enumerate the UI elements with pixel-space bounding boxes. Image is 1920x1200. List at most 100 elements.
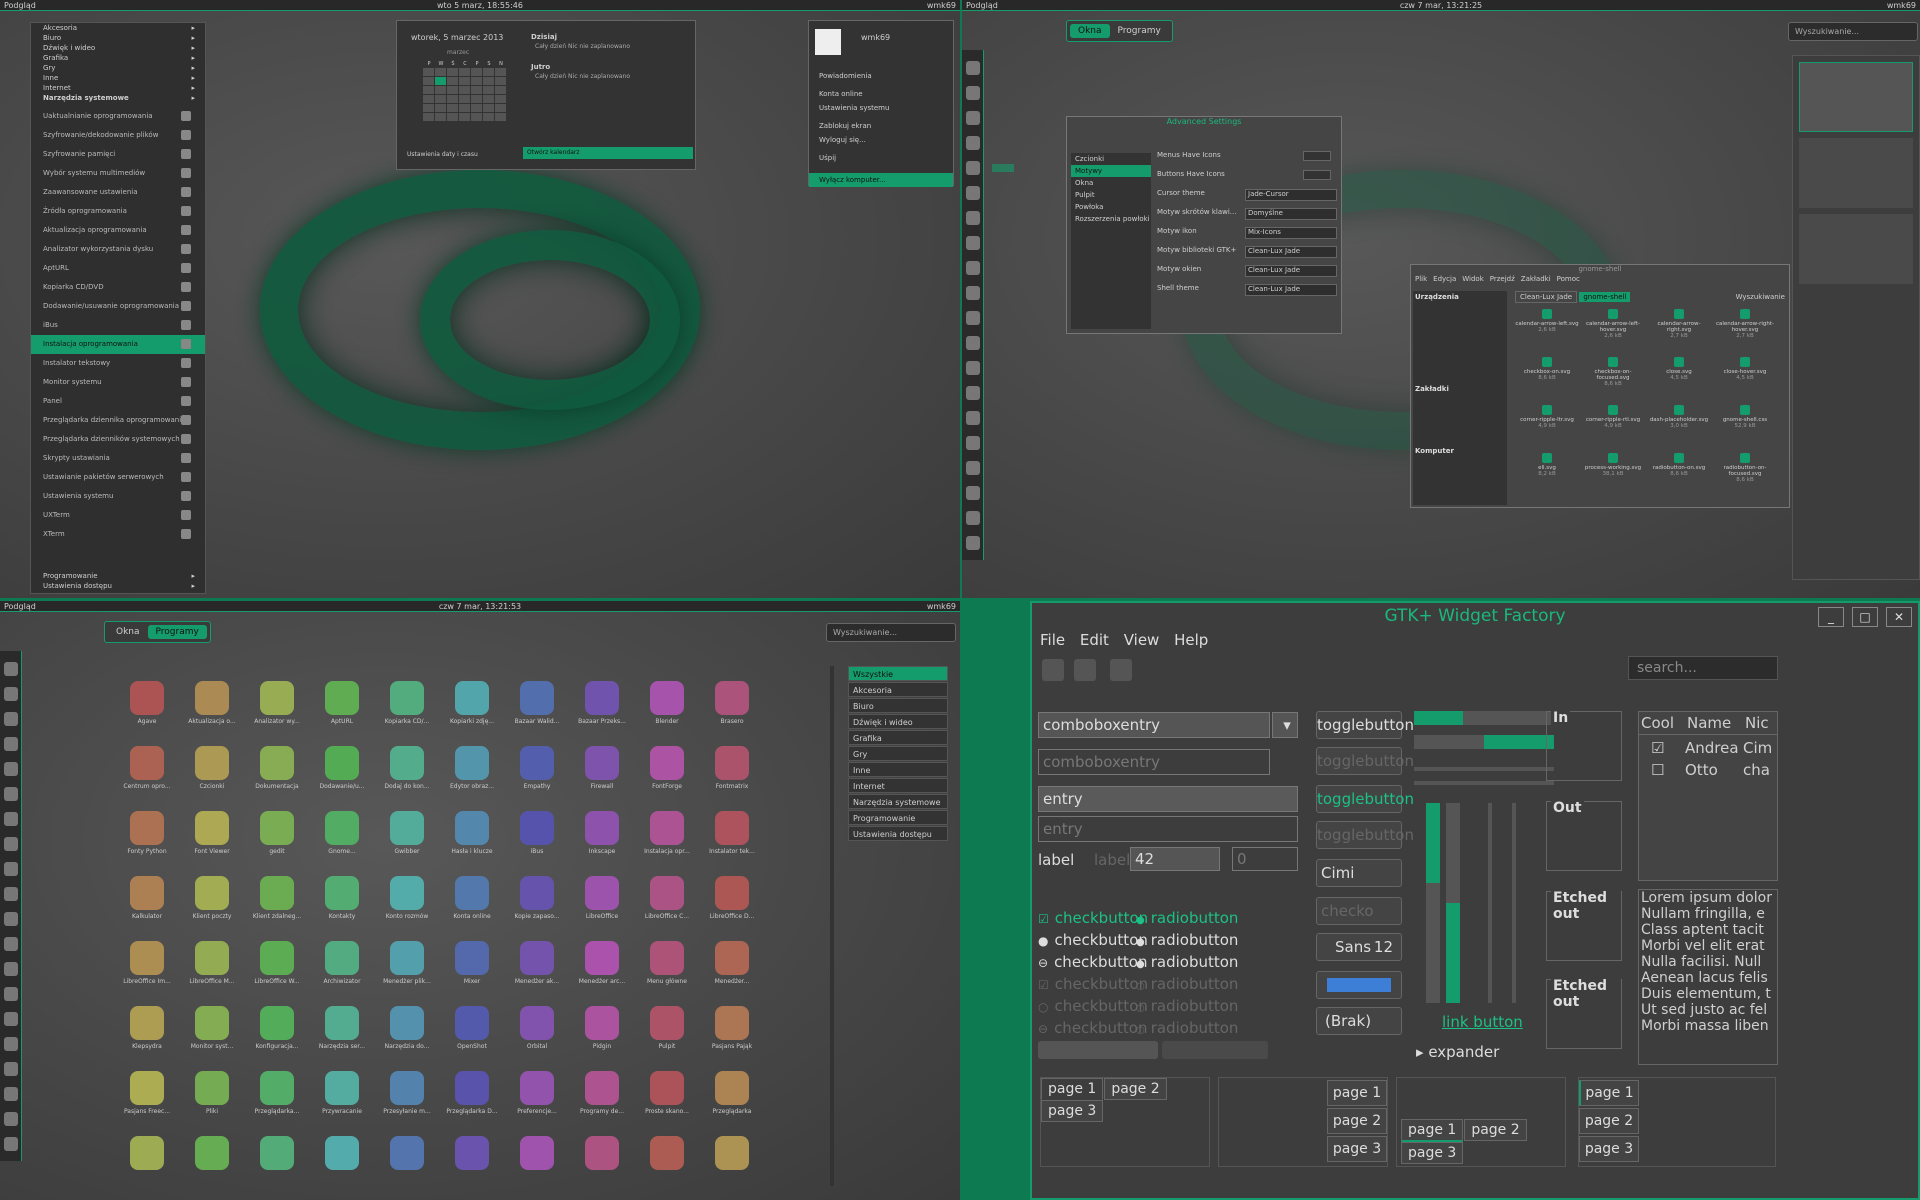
menu-item[interactable]: Przejdź	[1490, 275, 1515, 283]
user-menu-item[interactable]: Powiadomienia	[809, 69, 953, 83]
tab[interactable]: page 3	[1401, 1142, 1464, 1164]
maximize-button[interactable]: □	[1852, 607, 1878, 627]
file-item[interactable]: calendar-arrow-right.svg 2,7 kB	[1647, 307, 1711, 339]
app-launcher[interactable]: Dodaj do kon...	[380, 746, 434, 790]
file-item[interactable]: close-hover.svg 4,5 kB	[1713, 355, 1777, 381]
user-menu-item[interactable]: Wyłącz komputer...	[809, 173, 953, 187]
tab[interactable]: page 3	[1041, 1100, 1104, 1122]
tree-row[interactable]: ☑ Andrea Cim	[1639, 735, 1777, 757]
setting-dropdown[interactable]: Domyślne	[1245, 208, 1337, 220]
calendar-day[interactable]	[483, 77, 494, 85]
calendar-day[interactable]	[459, 95, 470, 103]
app-launcher[interactable]: Brasero	[705, 681, 759, 725]
search-button[interactable]: Wyszukiwanie	[1736, 293, 1785, 301]
app-launcher[interactable]	[705, 1136, 759, 1173]
category-item[interactable]: Programowanie	[848, 810, 948, 825]
file-item[interactable]: dash-placeholder.svg 3,0 kB	[1647, 403, 1711, 429]
app-launcher[interactable]: Menedżer plik...	[380, 941, 434, 985]
file-item[interactable]: ell.svg 8,2 kB	[1515, 451, 1579, 477]
settings-category[interactable]: Rozszerzenia powłoki	[1071, 213, 1151, 225]
calendar-day[interactable]	[423, 77, 434, 85]
file-item[interactable]: corner-ripple-rtl.svg 4,9 kB	[1581, 403, 1645, 429]
app-launcher[interactable]: Instalacja opr...	[640, 811, 694, 855]
checkbox[interactable]: ☐	[1639, 761, 1685, 779]
app-launcher[interactable]: Gnome...	[315, 811, 369, 855]
column-header[interactable]: Name	[1685, 712, 1743, 734]
search-input[interactable]: Wyszukiwanie...	[826, 623, 956, 642]
menu-category[interactable]: Internet	[31, 83, 205, 93]
menu-item[interactable]: Dodawanie/usuwanie oprogramowania	[31, 297, 205, 316]
setting-dropdown[interactable]: Clean-Lux Jade	[1245, 265, 1337, 277]
tab[interactable]: page 2	[1327, 1108, 1387, 1134]
app-launcher[interactable]: LibreOffice Im...	[120, 941, 174, 985]
comboboxentry[interactable]: comboboxentry	[1038, 712, 1270, 738]
menu-item[interactable]: Aktualizacja oprogramowania	[31, 221, 205, 240]
path-button[interactable]: Clean-Lux Jade	[1515, 291, 1578, 303]
app-launcher[interactable]: Bazaar Przeks...	[575, 681, 629, 725]
app-launcher[interactable]: Kopie zapaso...	[510, 876, 564, 920]
save-icon[interactable]	[1042, 659, 1064, 681]
app-launcher[interactable]	[380, 1136, 434, 1173]
tab[interactable]: page 1	[1579, 1080, 1639, 1106]
menu-item[interactable]: Kopiarka CD/DVD	[31, 278, 205, 297]
app-launcher[interactable]: Przeglądarka...	[250, 1071, 304, 1115]
app-launcher[interactable]: Pliki	[185, 1071, 239, 1115]
app-launcher[interactable]: Pasjans Freec...	[120, 1071, 174, 1115]
app-launcher[interactable]: Przeglądarka	[705, 1071, 759, 1115]
user-menu-item[interactable]: Konta online	[809, 87, 953, 101]
app-launcher[interactable]: Pasjans Pająk	[705, 1006, 759, 1050]
app-launcher[interactable]	[120, 1136, 174, 1173]
app-launcher[interactable]: LibreOffice D...	[705, 876, 759, 920]
file-item[interactable]: checkbox-on-focused.svg 8,6 kB	[1581, 355, 1645, 387]
settings-category[interactable]: Pulpit	[1071, 189, 1151, 201]
user-menu-item[interactable]: Ustawienia systemu	[809, 101, 953, 115]
user-menu-item[interactable]: Wyloguj się...	[809, 133, 953, 147]
spinbutton[interactable]: 42	[1130, 847, 1220, 871]
app-launcher[interactable]: Kalkulator	[120, 876, 174, 920]
menu-item[interactable]: Ustawienia systemu	[31, 487, 205, 506]
calendar-day[interactable]	[435, 68, 446, 76]
app-launcher[interactable]: Font Viewer	[185, 811, 239, 855]
combo-arrow[interactable]: ▾	[1272, 712, 1298, 738]
calendar-day[interactable]	[471, 86, 482, 94]
column-header[interactable]: Cool	[1639, 712, 1685, 734]
document-icon[interactable]	[1074, 659, 1096, 681]
menu-item[interactable]: Uaktualnianie oprogramowania	[31, 107, 205, 126]
tab[interactable]: page 1	[1401, 1119, 1464, 1142]
file-chooser-button[interactable]: (Brak)	[1316, 1007, 1402, 1035]
menu-item[interactable]: Plik	[1415, 275, 1427, 283]
menu-view[interactable]: View	[1124, 631, 1160, 649]
calendar-day[interactable]	[483, 95, 494, 103]
combobox[interactable]: Cimi	[1316, 859, 1402, 887]
app-launcher[interactable]: Fontmatrix	[705, 746, 759, 790]
menu-category[interactable]: Akcesoria	[31, 23, 205, 33]
menu-item[interactable]: Przeglądarka dzienników systemowych	[31, 430, 205, 449]
category-item[interactable]: Ustawienia dostępu	[848, 826, 948, 841]
vscale-2[interactable]	[1512, 803, 1516, 1003]
category-item[interactable]: Narzędzia systemowe	[848, 794, 948, 809]
app-launcher[interactable]	[185, 1136, 239, 1173]
calendar-day[interactable]	[435, 104, 446, 112]
calendar-day[interactable]	[447, 104, 458, 112]
app-launcher[interactable]: Bazaar Walid...	[510, 681, 564, 725]
tree-row[interactable]: ☐ Otto cha	[1639, 757, 1777, 779]
app-launcher[interactable]: Gwibber	[380, 811, 434, 855]
menu-help[interactable]: Help	[1174, 631, 1208, 649]
app-launcher[interactable]: Blender	[640, 681, 694, 725]
category-item[interactable]: Wszystkie	[848, 666, 948, 681]
setting-switch[interactable]	[1303, 151, 1331, 161]
tab-windows[interactable]: Okna	[108, 625, 148, 639]
app-launcher[interactable]: Inkscape	[575, 811, 629, 855]
setting-dropdown[interactable]: Clean-Lux Jade	[1245, 284, 1337, 296]
menu-item[interactable]: UXTerm	[31, 506, 205, 525]
menu-item[interactable]: Szyfrowanie pamięci	[31, 145, 205, 164]
clock[interactable]: czw 7 mar, 13:21:53	[0, 601, 960, 612]
menu-item[interactable]: Pomoc	[1557, 275, 1580, 283]
app-launcher[interactable]: LibreOffice C...	[640, 876, 694, 920]
app-launcher[interactable]: Narzędzia do...	[380, 1006, 434, 1050]
app-launcher[interactable]: Mixer	[445, 941, 499, 985]
app-launcher[interactable]: Konfiguracja...	[250, 1006, 304, 1050]
togglebutton-active[interactable]: togglebutton	[1316, 785, 1414, 813]
calendar-day[interactable]	[471, 95, 482, 103]
menu-category[interactable]: Gry	[31, 63, 205, 73]
